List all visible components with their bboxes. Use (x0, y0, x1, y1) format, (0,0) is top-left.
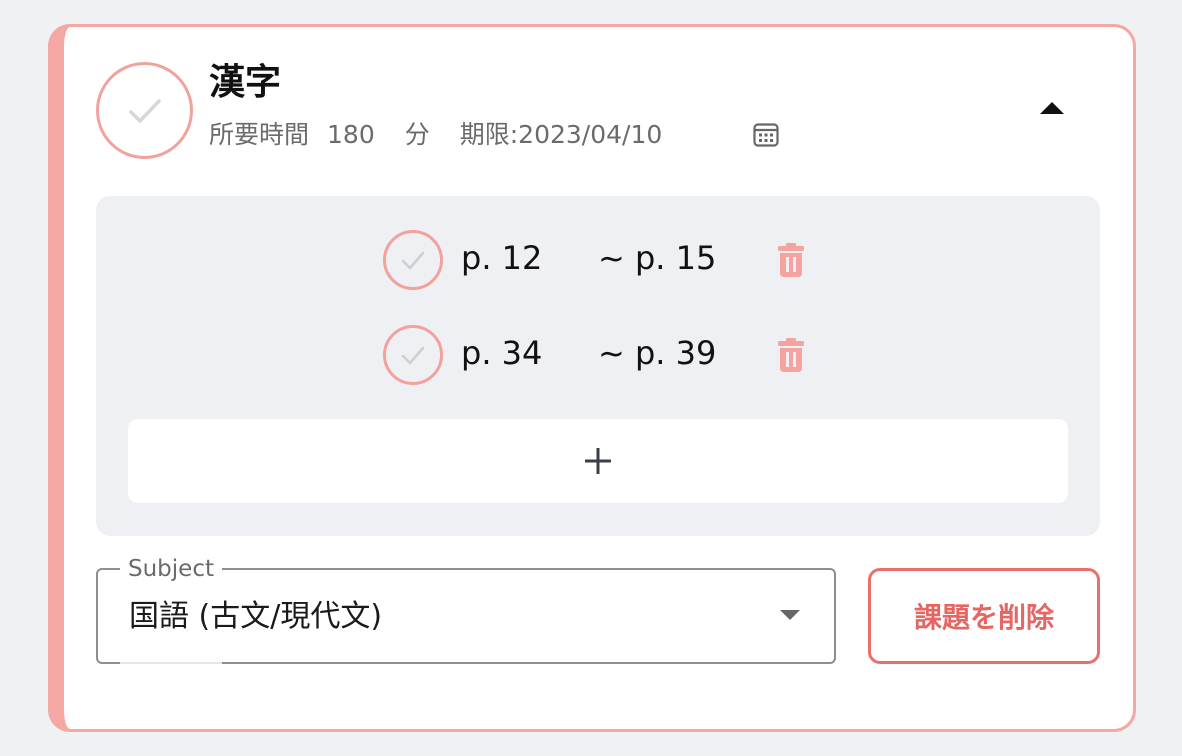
subject-underline (120, 662, 222, 664)
calendar-icon[interactable] (752, 121, 780, 149)
range-to[interactable]: ~ p. 39 (598, 333, 716, 373)
range-panel: p. 12 ~ p. 15 p. 34 ~ p. 39 (96, 196, 1100, 536)
task-card: 漢字 所要時間 180 分期限:2023/04/10 p. 12 ~ p. 15 (48, 24, 1136, 732)
subject-select[interactable]: Subject 国語 (古文/現代文) (96, 555, 836, 664)
required-time-value: 180 (327, 120, 375, 149)
collapse-toggle[interactable] (1032, 93, 1072, 123)
range-from[interactable]: p. 34 (461, 333, 542, 373)
trash-icon[interactable] (776, 337, 806, 373)
required-time-label: 所要時間 (209, 120, 310, 149)
plus-icon (585, 448, 611, 474)
add-range-button[interactable] (128, 419, 1068, 503)
range-from[interactable]: p. 12 (461, 238, 542, 278)
check-icon (128, 98, 161, 123)
task-complete-toggle[interactable] (96, 62, 193, 159)
triangle-down-icon (780, 610, 800, 620)
triangle-up-icon (1040, 102, 1064, 114)
trash-icon[interactable] (776, 242, 806, 278)
delete-task-button[interactable]: 課題を削除 (868, 568, 1100, 664)
subject-value: 国語 (古文/現代文) (129, 599, 383, 634)
task-meta: 所要時間 180 分期限:2023/04/10 (209, 118, 662, 152)
range-to[interactable]: ~ p. 15 (598, 238, 716, 278)
range-complete-toggle[interactable] (383, 230, 443, 290)
task-title: 漢字 (209, 62, 282, 103)
check-icon (401, 346, 425, 365)
check-icon (401, 251, 425, 270)
required-time-unit: 分 (404, 120, 430, 149)
range-row: p. 34 ~ p. 39 (96, 323, 1100, 387)
range-row: p. 12 ~ p. 15 (96, 228, 1100, 292)
subject-label: Subject (120, 555, 222, 583)
range-complete-toggle[interactable] (383, 325, 443, 385)
deadline-text: 期限:2023/04/10 (459, 120, 663, 149)
